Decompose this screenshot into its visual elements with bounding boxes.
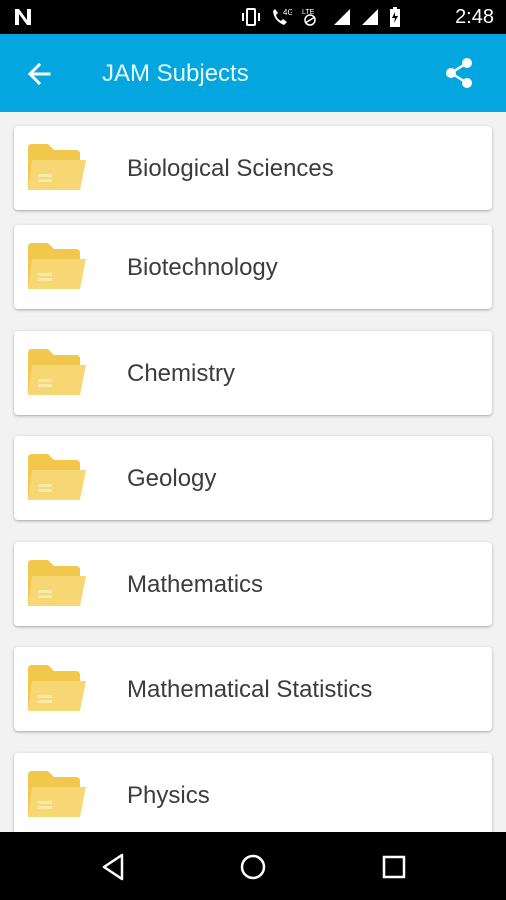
n-icon	[15, 9, 31, 25]
folder-icon	[28, 243, 86, 289]
nav-home-icon[interactable]	[237, 851, 269, 883]
vibrate-icon	[242, 8, 260, 26]
lte-icon: LTE	[302, 9, 316, 26]
folder-icon	[28, 665, 86, 711]
svg-text:4G: 4G	[283, 8, 292, 17]
share-icon[interactable]	[442, 56, 476, 90]
subject-label: Mathematics	[127, 571, 264, 598]
navigation-bar	[0, 832, 506, 900]
list-item[interactable]: Biotechnology	[14, 225, 492, 309]
folder-icon	[28, 560, 86, 606]
subject-label: Biotechnology	[127, 254, 278, 281]
status-time: 2:48	[455, 6, 494, 28]
subject-label: Geology	[127, 465, 217, 492]
status-bar: 4G LTE 2:48	[0, 0, 506, 34]
folder-icon	[28, 454, 86, 500]
list-item[interactable]: Physics	[14, 753, 492, 832]
nav-recents-icon[interactable]	[378, 851, 410, 883]
subject-label: Mathematical Statistics	[127, 676, 373, 703]
folder-icon	[28, 771, 86, 817]
signal-icon	[362, 9, 378, 25]
status-icons: 4G LTE	[240, 7, 402, 27]
nav-back-icon[interactable]	[98, 851, 130, 883]
folder-icon	[28, 144, 86, 190]
subject-label: Chemistry	[127, 360, 236, 387]
battery-icon	[390, 7, 400, 27]
folder-icon	[28, 349, 86, 395]
signal-icon	[334, 9, 350, 25]
subject-label: Biological Sciences	[127, 155, 334, 182]
page-title: JAM Subjects	[102, 60, 249, 87]
subject-list: Biological Sciences Biotechnology Chemis…	[0, 112, 506, 832]
list-item[interactable]: Chemistry	[14, 331, 492, 415]
app-bar: JAM Subjects	[0, 34, 506, 112]
arrow-back-icon[interactable]	[24, 59, 54, 89]
list-item[interactable]: Biological Sciences	[14, 126, 492, 210]
wifi-calling-icon: 4G	[273, 8, 292, 25]
list-item[interactable]: Geology	[14, 436, 492, 520]
list-item[interactable]: Mathematical Statistics	[14, 647, 492, 731]
subject-label: Physics	[127, 782, 210, 809]
list-item[interactable]: Mathematics	[14, 542, 492, 626]
